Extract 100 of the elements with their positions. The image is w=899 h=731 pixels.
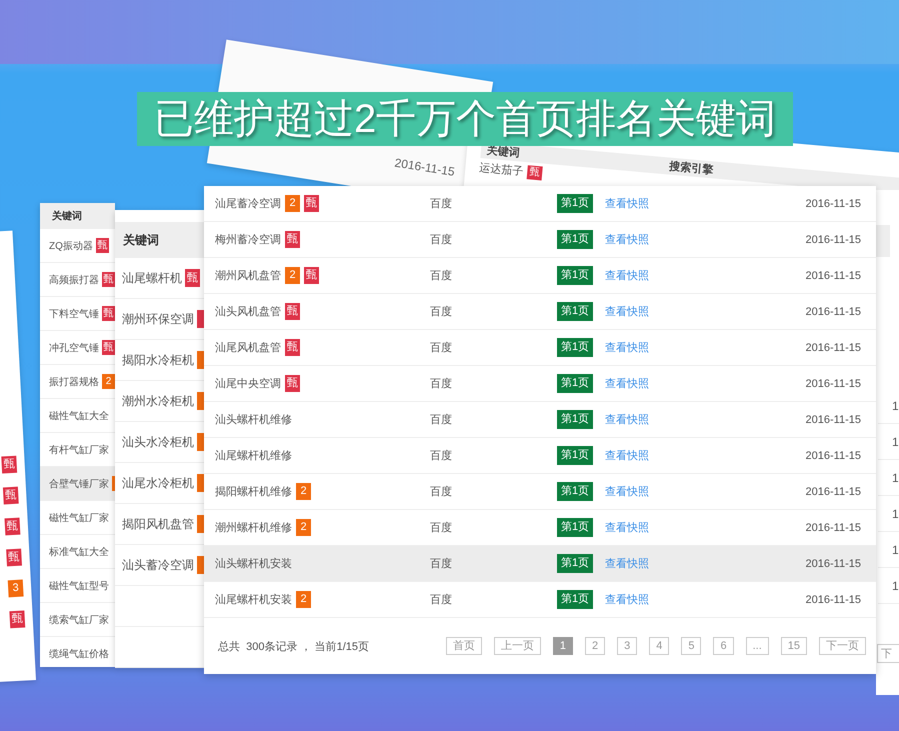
rank-badge: 2 [296,591,311,608]
snapshot-link[interactable]: 查看快照 [605,268,806,283]
date-cell: 2016-11-15 [806,522,861,534]
keyword-cell: 揭阳水冷柜机 [122,352,194,368]
column-header: 关键词 [40,203,115,229]
keyword-cell: 汕尾水冷柜机 [122,474,194,492]
date-cell: 2016-11-15 [806,558,861,570]
snapshot-link[interactable]: 查看快照 [605,376,806,391]
snapshot-link[interactable]: 查看快照 [605,340,806,355]
keyword-cell-text: 合壁气锤厂家 [49,478,109,490]
keyword-cell-text: 汕尾中央空调 [215,376,281,391]
next-page-button[interactable]: 下 [877,644,899,663]
pagination-button[interactable]: 下一页 [819,637,866,655]
baidu-badge: 甄 [102,340,115,355]
pagination-button[interactable]: 5 [681,637,702,655]
keyword-cell-text: 潮州螺杆机维修 [215,520,292,535]
baidu-badge: 甄 [9,610,26,628]
snapshot-link[interactable]: 查看快照 [605,304,806,319]
pagination-button[interactable]: 4 [649,637,670,655]
date-cell: 1 [892,398,899,412]
date-cell: 1 [892,578,899,592]
pagination-button[interactable]: ... [746,637,769,655]
keyword-cell-text: 有杆气缸厂家 [49,444,109,456]
rank-badge: 2 [296,483,311,500]
keyword-cell-text: 冲孔空气锤 [49,342,99,354]
engine-cell-text: 百度 [430,232,453,247]
engine-cell-text: 百度 [430,592,453,607]
rank-badge: 2 [102,374,115,389]
date-cell: 2016-11-15 [806,486,861,498]
snapshot-link[interactable]: 查看快照 [605,412,806,427]
engine-cell-text: 百度 [430,304,453,319]
column-header: 搜索引擎 [668,160,714,178]
engine-cell-text: 百度 [430,268,453,283]
header-bar [876,225,890,257]
keyword-cell-text: 汕尾蓄冷空调 [215,196,281,211]
baidu-badge: 甄 [285,339,300,356]
keyword-cell-text: 汕尾螺杆机安装 [215,592,292,607]
keyword-cell: 汕尾螺杆机 [122,270,182,286]
pagination-button[interactable]: 3 [617,637,638,655]
page-rank-tag: 第1页 [557,554,594,573]
baidu-badge: 甄 [285,231,300,248]
keyword-cell-text: 潮州风机盘管 [215,269,281,283]
keyword-cell-text: 下料空气锤 [49,308,99,320]
baidu-badge: 甄 [96,238,109,253]
date-cell: 2016-11-15 [806,414,861,426]
pagination-button[interactable]: 上一页 [494,637,541,655]
page-rank-tag: 第1页 [557,338,594,357]
keyword-cell-text: 标准气缸大全 [49,546,109,558]
snapshot-link[interactable]: 查看快照 [605,196,806,211]
snapshot-link[interactable]: 查看快照 [605,592,806,607]
engine-cell-text: 百度 [430,340,453,355]
keyword-cell-text: 磁性气缸型号 [49,580,109,592]
pagination-button[interactable]: 6 [713,637,734,655]
pagination-button[interactable]: 15 [780,637,807,655]
record-summary: 总共 300条记录 ， 当前1/15页 [218,640,370,654]
date-cell: 2016-11-15 [806,234,861,246]
keyword-cell: 潮州环保空调 [122,310,194,328]
date-cell: 2016-11-15 [806,270,861,282]
banner-title: 已维护超过2千万个首页排名关键词 [137,92,794,146]
page-rank-tag: 第1页 [557,266,594,285]
rank-badge: 2 [296,519,311,536]
baidu-badge: 甄 [285,303,300,320]
date-cell: 2016-11-15 [806,594,861,606]
baidu-badge: 甄 [526,164,543,180]
keyword-cell: 揭阳风机盘管 [122,516,194,532]
snapshot-link[interactable]: 查看快照 [605,556,806,571]
page-rank-tag: 第1页 [557,518,594,537]
rank-badge: 2 [285,267,300,284]
date-cell: 2016-11-15 [806,378,861,390]
keyword-cell-text: 运达茄子 [478,161,524,179]
baidu-badge: 甄 [285,375,300,392]
date-cell: 1 [892,434,899,448]
snapshot-link[interactable]: 查看快照 [605,520,806,535]
rank-badge: 3 [8,580,24,598]
baidu-badge: 甄 [6,548,22,566]
keyword-cell-text: 揭阳螺杆机维修 [215,484,292,499]
pagination-button[interactable]: 首页 [446,637,482,655]
page-rank-tag: 第1页 [557,482,594,501]
date-cell: 2016-11-15 [806,306,861,318]
baidu-badge: 甄 [102,272,115,287]
keyword-cell-text: 汕尾风机盘管 [215,341,281,355]
engine-cell-text: 百度 [430,376,453,391]
keyword-cell-text: 高频振打器 [49,274,99,286]
date-cell: 2016-11-15 [394,156,456,179]
keyword-cell-text: 磁性气缸厂家 [49,512,109,524]
pagination-button[interactable]: 1 [552,637,573,655]
page-rank-tag: 第1页 [557,410,594,429]
snapshot-link[interactable]: 查看快照 [605,232,806,247]
keyword-cell-text: 振打器规格 [49,376,99,388]
keyword-cell-text: ZQ振动器 [49,240,93,252]
baidu-badge: 甄 [102,306,115,321]
snapshot-link[interactable]: 查看快照 [605,484,806,499]
page-rank-tag: 第1页 [557,302,594,321]
engine-cell-text: 百度 [430,556,453,571]
keyword-cell-text: 梅州蓄冷空调 [215,232,281,247]
date-cell: 2016-11-15 [806,450,861,462]
baidu-badge: 甄 [304,267,319,284]
snapshot-link[interactable]: 查看快照 [605,448,806,463]
date-cell: 1 [892,542,899,556]
pagination-button[interactable]: 2 [584,637,606,655]
